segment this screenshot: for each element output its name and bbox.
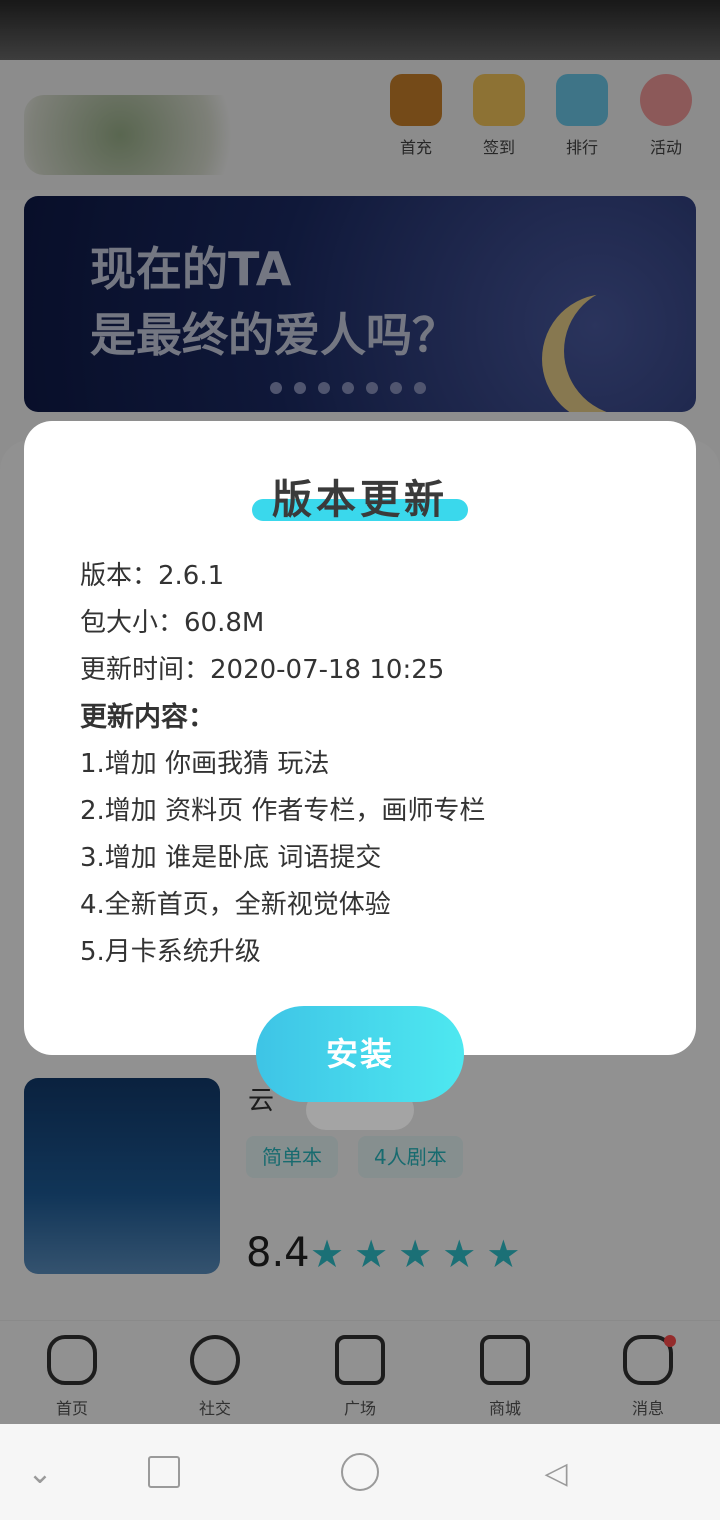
chevron-down-icon[interactable]: ⌄ xyxy=(10,1454,70,1494)
recent-apps-icon[interactable] xyxy=(148,1456,180,1488)
package-size-text: 包大小：60.8M xyxy=(80,608,265,638)
update-item: 1.增加 你画我猜 玩法 xyxy=(80,749,330,779)
update-content-heading: 更新内容： xyxy=(80,702,215,733)
update-item: 5.月卡系统升级 xyxy=(80,937,261,967)
dialog-title: 版本更新 xyxy=(272,476,448,523)
version-text: 版本：2.6.1 xyxy=(80,561,225,591)
update-item: 2.增加 资料页 作者专栏，画师专栏 xyxy=(80,796,486,826)
dialog-body: 版本：2.6.1 包大小：60.8M 更新时间：2020-07-18 10:25… xyxy=(80,553,660,976)
update-item: 4.全新首页，全新视觉体验 xyxy=(80,890,391,920)
update-dialog: 版本更新 版本：2.6.1 包大小：60.8M 更新时间：2020-07-18 … xyxy=(24,421,696,1055)
update-time-text: 更新时间：2020-07-18 10:25 xyxy=(80,655,445,685)
update-item: 3.增加 谁是卧底 词语提交 xyxy=(80,843,382,873)
back-triangle-icon[interactable]: ◁ xyxy=(526,1454,586,1494)
home-circle-icon[interactable] xyxy=(341,1453,379,1491)
install-button[interactable]: 安装 xyxy=(256,1006,464,1102)
